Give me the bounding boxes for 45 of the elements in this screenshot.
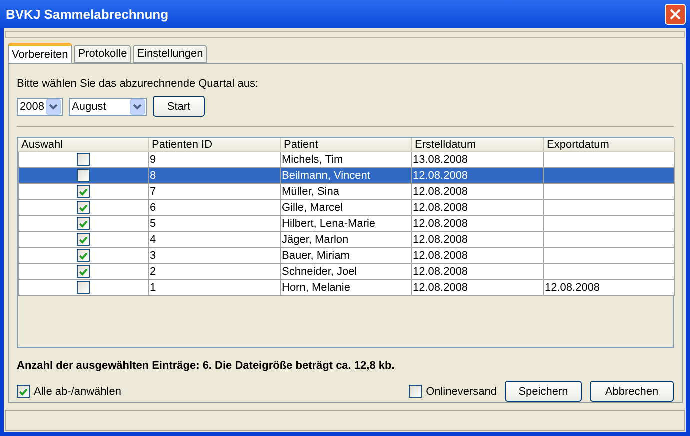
row-checkbox[interactable] <box>77 217 90 230</box>
table-row[interactable]: 1 Horn, Melanie 12.08.2008 12.08.2008 <box>18 280 674 296</box>
table-row[interactable]: 7 Müller, Sina 12.08.2008 <box>18 184 674 200</box>
table-cell: 1 <box>148 280 280 296</box>
select-all-checkbox[interactable] <box>17 385 30 398</box>
table-row[interactable]: 8 Beilmann, Vincent 12.08.2008 <box>18 168 674 184</box>
online-checkbox[interactable] <box>409 385 422 398</box>
row-checkbox[interactable] <box>77 153 90 166</box>
table-cell: Horn, Melanie <box>280 280 412 296</box>
row-checkbox[interactable] <box>77 265 90 278</box>
row-checkbox[interactable] <box>77 201 90 214</box>
tab[interactable]: Vorbereiten <box>8 43 72 63</box>
close-icon <box>670 8 681 20</box>
table-cell: 12.08.2008 <box>412 280 544 296</box>
start-button[interactable]: Start <box>153 96 205 117</box>
checkbox-label: Alle ab-/anwählen <box>34 386 122 398</box>
table-row[interactable]: 6 Gille, Marcel 12.08.2008 <box>18 200 674 216</box>
close-button[interactable] <box>665 4 686 24</box>
row-checkbox[interactable] <box>77 185 90 198</box>
row-checkbox[interactable] <box>77 281 90 294</box>
column-header[interactable]: Auswahl <box>18 138 148 152</box>
cancel-button[interactable]: Abbrechen <box>590 381 674 402</box>
column-header[interactable]: Exportdatum <box>544 138 674 152</box>
column-header[interactable]: Erstelldatum <box>412 138 544 152</box>
column-header[interactable]: Patient <box>280 138 412 152</box>
row-checkbox[interactable] <box>77 169 90 182</box>
table-row[interactable]: 3 Bauer, Miriam 12.08.2008 <box>18 248 674 264</box>
window-title: BVKJ Sammelabrechnung <box>6 6 169 22</box>
year-dropdown[interactable]: 2008 <box>17 98 63 116</box>
table-row[interactable]: 2 Schneider, Joel 12.08.2008 <box>18 264 674 280</box>
summary-text: Anzahl der ausgewählten Einträge: 6. Die Dateigröße beträgt ca. 12,8 kb. <box>17 360 396 372</box>
column-header[interactable]: Patienten ID <box>148 138 280 152</box>
tab[interactable]: Protokolle <box>74 45 132 63</box>
table-row[interactable]: 5 Hilbert, Lena-Marie 12.08.2008 <box>18 216 674 232</box>
table-row[interactable]: 9 Michels, Tim 13.08.2008 <box>18 152 674 168</box>
check-icon <box>19 388 28 396</box>
row-checkbox[interactable] <box>77 233 90 246</box>
prompt-text: Bitte wählen Sie das abzurechnende Quartal aus: <box>17 78 260 90</box>
table-cell: 12.08.2008 <box>544 280 674 296</box>
tab[interactable]: Einstellungen <box>133 45 208 63</box>
month-dropdown[interactable]: August <box>69 98 147 116</box>
row-checkbox[interactable] <box>77 249 90 262</box>
save-button[interactable]: Speichern <box>505 381 582 402</box>
checkbox-label: Onlineversand <box>426 386 497 398</box>
table-row[interactable]: 4 Jäger, Marlon 12.08.2008 <box>18 232 674 248</box>
